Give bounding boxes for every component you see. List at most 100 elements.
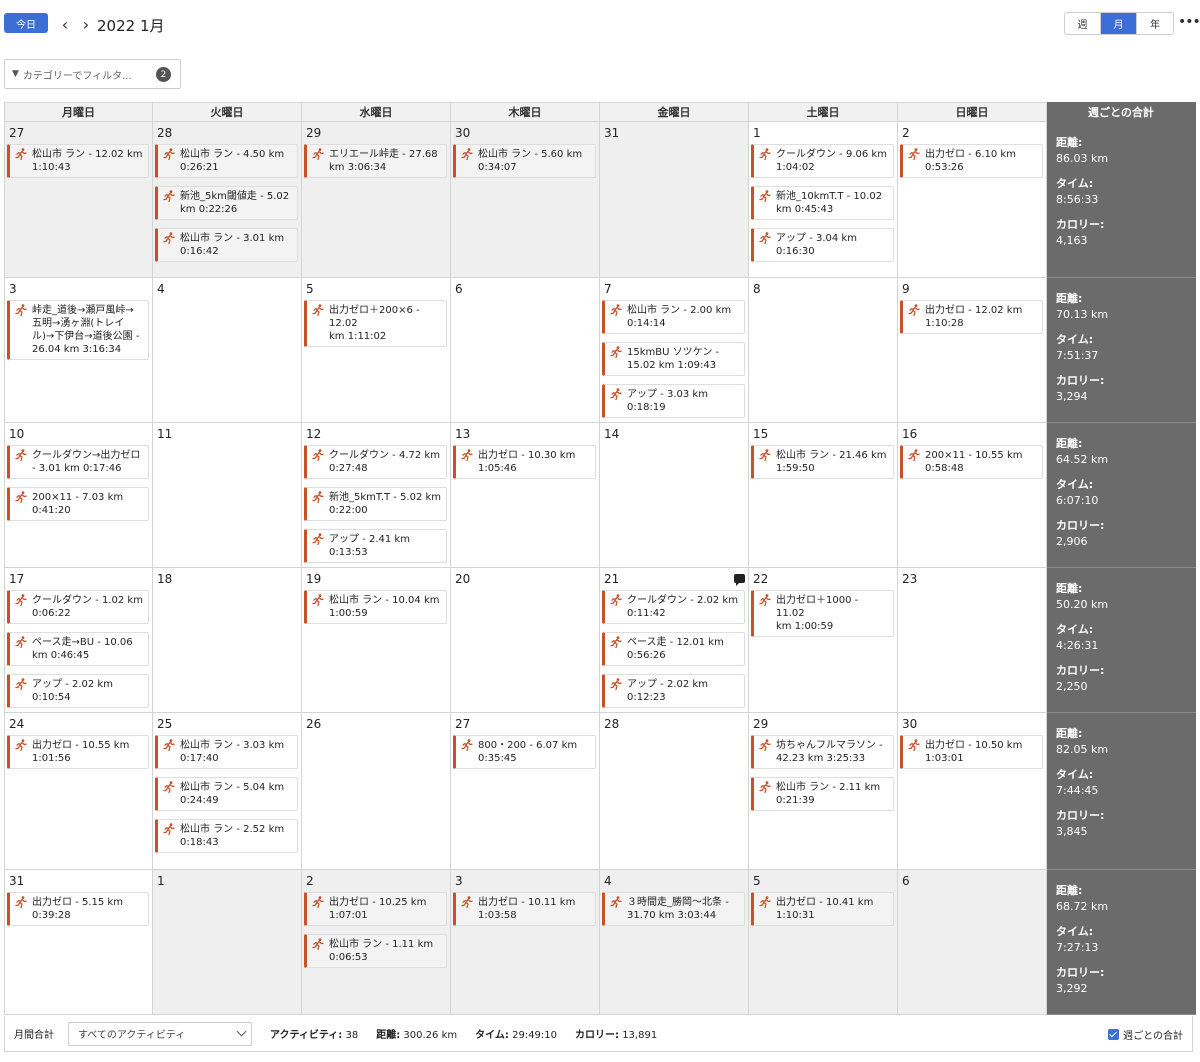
day-cell[interactable]: 10 クールダウン→出力ゼロ - 3.01 km 0:17:46 200×11 - 7… [4,423,153,568]
activity-item[interactable]: 出力ゼロ - 10.55 km 1:01:56 [7,735,149,769]
view-button-2[interactable]: 年 [1137,13,1173,34]
view-button-1[interactable]: 月 [1101,13,1137,34]
day-cell[interactable]: 13 出力ゼロ - 10.30 km 1:05:46 [451,423,600,568]
comment-icon[interactable] [734,574,745,586]
activity-item[interactable]: ペース走→BU - 10.06 km 0:46:45 [7,632,149,666]
activity-item[interactable]: 松山市 ラン - 21.46 km 1:59:50 [751,445,894,479]
activity-item[interactable]: 峠走_道後→瀬戸風峠→ 五明→湧ヶ淵(トレイ ル)→下伊台→道後公園 - 26.04 … [7,300,149,360]
day-cell[interactable]: 21 クールダウン - 2.02 km 0:11:42 ペース走 - 12.01 km… [600,568,749,713]
day-cell[interactable]: 19 松山市 ラン - 10.04 km 1:00:59 [302,568,451,713]
day-cell[interactable]: 29 エリエール峠走 - 27.68 km 3:06:34 [302,122,451,278]
activity-item[interactable]: 出力ゼロ - 10.30 km 1:05:46 [453,445,596,479]
activity-item[interactable]: 松山市 ラン - 3.03 km 0:17:40 [155,735,298,769]
activity-item[interactable]: 松山市 ラン - 10.04 km 1:00:59 [304,590,447,624]
activity-item[interactable]: 松山市 ラン - 4.50 km 0:26:21 [155,144,298,178]
activity-item[interactable]: 200×11 - 10.55 km 0:58:48 [900,445,1043,479]
day-cell[interactable]: 14 [600,423,749,568]
day-cell[interactable]: 4 [153,278,302,423]
day-cell[interactable]: 16 200×11 - 10.55 km 0:58:48 [898,423,1047,568]
category-filter[interactable]: ▼ カテゴリーでフィルタ... 2 [4,59,181,89]
day-cell[interactable]: 8 [749,278,898,423]
day-cell[interactable]: 17 クールダウン - 1.02 km 0:06:22 ペース走→BU - 10.06… [4,568,153,713]
activity-item[interactable]: 15kmBU ソツケン - 15.02 km 1:09:43 [602,342,745,376]
activity-item[interactable]: アップ - 3.03 km 0:18:19 [602,384,745,418]
activity-item[interactable]: アップ - 3.04 km 0:16:30 [751,228,894,262]
activity-item[interactable]: 松山市 ラン - 5.60 km 0:34:07 [453,144,596,178]
activity-item[interactable]: 松山市 ラン - 12.02 km 1:10:43 [7,144,149,178]
activity-item[interactable]: クールダウン - 4.72 km 0:27:48 [304,445,447,479]
day-cell[interactable]: 15 松山市 ラン - 21.46 km 1:59:50 [749,423,898,568]
activity-item[interactable]: 出力ゼロ - 12.02 km 1:10:28 [900,300,1043,334]
activity-item[interactable]: アップ - 2.02 km 0:10:54 [7,674,149,708]
day-number: 18 [157,572,173,586]
day-cell[interactable]: 23 [898,568,1047,713]
activity-item[interactable]: 新池_10kmT.T - 10.02 km 0:45:43 [751,186,894,220]
day-cell[interactable]: 24 出力ゼロ - 10.55 km 1:01:56 [4,713,153,870]
day-cell[interactable]: 4 ３時間走_勝岡〜北条 - 31.70 km 3:03:44 [600,870,749,1015]
activity-item[interactable]: 800・200 - 6.07 km 0:35:45 [453,735,596,769]
day-cell[interactable]: 20 [451,568,600,713]
day-cell[interactable]: 11 [153,423,302,568]
day-cell[interactable]: 7 松山市 ラン - 2.00 km 0:14:14 15kmBU ソツケン - 15.… [600,278,749,423]
activity-type-select[interactable]: すべてのアクティビティ [68,1021,252,1046]
weekly-totals-checkbox[interactable]: 週ごとの合計 [1108,1027,1183,1042]
activity-item[interactable]: 出力ゼロ＋200×6 - 12.02 km 1:11:02 [304,300,447,347]
activity-item[interactable]: 出力ゼロ - 10.50 km 1:03:01 [900,735,1043,769]
chevron-left-icon[interactable]: ‹ [57,14,73,34]
activity-item[interactable]: 出力ゼロ - 10.41 km 1:10:31 [751,892,894,926]
activity-item[interactable]: エリエール峠走 - 27.68 km 3:06:34 [304,144,447,178]
day-cell[interactable]: 27 松山市 ラン - 12.02 km 1:10:43 [4,122,153,278]
day-cell[interactable]: 30 松山市 ラン - 5.60 km 0:34:07 [451,122,600,278]
activity-item[interactable]: アップ - 2.41 km 0:13:53 [304,529,447,563]
activity-item[interactable]: 坊ちゃんフルマラソン - 42.23 km 3:25:33 [751,735,894,769]
day-cell[interactable]: 1 クールダウン - 9.06 km 1:04:02 新池_10kmT.T - 10.… [749,122,898,278]
day-cell[interactable]: 3 峠走_道後→瀬戸風峠→ 五明→湧ヶ淵(トレイ ル)→下伊台→道後公園 - 26.04… [4,278,153,423]
activity-item[interactable]: 200×11 - 7.03 km 0:41:20 [7,487,149,521]
activity-item[interactable]: クールダウン - 1.02 km 0:06:22 [7,590,149,624]
activity-item[interactable]: 新池_5km閾値走 - 5.02 km 0:22:26 [155,186,298,220]
day-cell[interactable]: 29 坊ちゃんフルマラソン - 42.23 km 3:25:33 松山市 ラン - 2… [749,713,898,870]
day-cell[interactable]: 18 [153,568,302,713]
day-cell[interactable]: 5 出力ゼロ＋200×6 - 12.02 km 1:11:02 [302,278,451,423]
activity-item[interactable]: 出力ゼロ - 10.25 km 1:07:01 [304,892,447,926]
day-cell[interactable]: 6 [898,870,1047,1015]
activity-item[interactable]: 出力ゼロ＋1000 - 11.02 km 1:00:59 [751,590,894,637]
day-cell[interactable]: 31 [600,122,749,278]
more-horizontal-icon[interactable]: ••• [1178,14,1200,30]
activity-item[interactable]: 松山市 ラン - 1.11 km 0:06:53 [304,934,447,968]
day-cell[interactable]: 6 [451,278,600,423]
activity-item[interactable]: 新池_5kmT.T - 5.02 km 0:22:00 [304,487,447,521]
activity-item[interactable]: 松山市 ラン - 5.04 km 0:24:49 [155,777,298,811]
day-cell[interactable]: 31 出力ゼロ - 5.15 km 0:39:28 [4,870,153,1015]
day-cell[interactable]: 2 出力ゼロ - 10.25 km 1:07:01 松山市 ラン - 1.11 km 0… [302,870,451,1015]
day-cell[interactable]: 12 クールダウン - 4.72 km 0:27:48 新池_5kmT.T - 5.0… [302,423,451,568]
activity-item[interactable]: 松山市 ラン - 2.00 km 0:14:14 [602,300,745,334]
day-cell[interactable]: 28 [600,713,749,870]
today-button[interactable]: 今日 [4,13,48,33]
day-cell[interactable]: 30 出力ゼロ - 10.50 km 1:03:01 [898,713,1047,870]
activity-item[interactable]: 出力ゼロ - 5.15 km 0:39:28 [7,892,149,926]
activity-item[interactable]: クールダウン - 9.06 km 1:04:02 [751,144,894,178]
day-cell[interactable]: 26 [302,713,451,870]
chevron-right-icon[interactable]: › [78,14,94,34]
activity-item[interactable]: 松山市 ラン - 2.52 km 0:18:43 [155,819,298,853]
activity-item[interactable]: クールダウン→出力ゼロ - 3.01 km 0:17:46 [7,445,149,479]
day-cell[interactable]: 28 松山市 ラン - 4.50 km 0:26:21 新池_5km閾値走 - 5.0… [153,122,302,278]
activity-item[interactable]: ３時間走_勝岡〜北条 - 31.70 km 3:03:44 [602,892,745,926]
day-cell[interactable]: 3 出力ゼロ - 10.11 km 1:03:58 [451,870,600,1015]
activity-item[interactable]: 松山市 ラン - 2.11 km 0:21:39 [751,777,894,811]
activity-item[interactable]: アップ - 2.02 km 0:12:23 [602,674,745,708]
day-cell[interactable]: 22 出力ゼロ＋1000 - 11.02 km 1:00:59 [749,568,898,713]
activity-item[interactable]: 松山市 ラン - 3.01 km 0:16:42 [155,228,298,262]
day-cell[interactable]: 1 [153,870,302,1015]
day-cell[interactable]: 5 出力ゼロ - 10.41 km 1:10:31 [749,870,898,1015]
day-cell[interactable]: 27 800・200 - 6.07 km 0:35:45 [451,713,600,870]
day-cell[interactable]: 2 出力ゼロ - 6.10 km 0:53:26 [898,122,1047,278]
day-cell[interactable]: 25 松山市 ラン - 3.03 km 0:17:40 松山市 ラン - 5.04 k… [153,713,302,870]
activity-item[interactable]: 出力ゼロ - 6.10 km 0:53:26 [900,144,1043,178]
view-button-0[interactable]: 週 [1065,13,1101,34]
activity-item[interactable]: ペース走 - 12.01 km 0:56:26 [602,632,745,666]
activity-item[interactable]: 出力ゼロ - 10.11 km 1:03:58 [453,892,596,926]
day-cell[interactable]: 9 出力ゼロ - 12.02 km 1:10:28 [898,278,1047,423]
activity-item[interactable]: クールダウン - 2.02 km 0:11:42 [602,590,745,624]
